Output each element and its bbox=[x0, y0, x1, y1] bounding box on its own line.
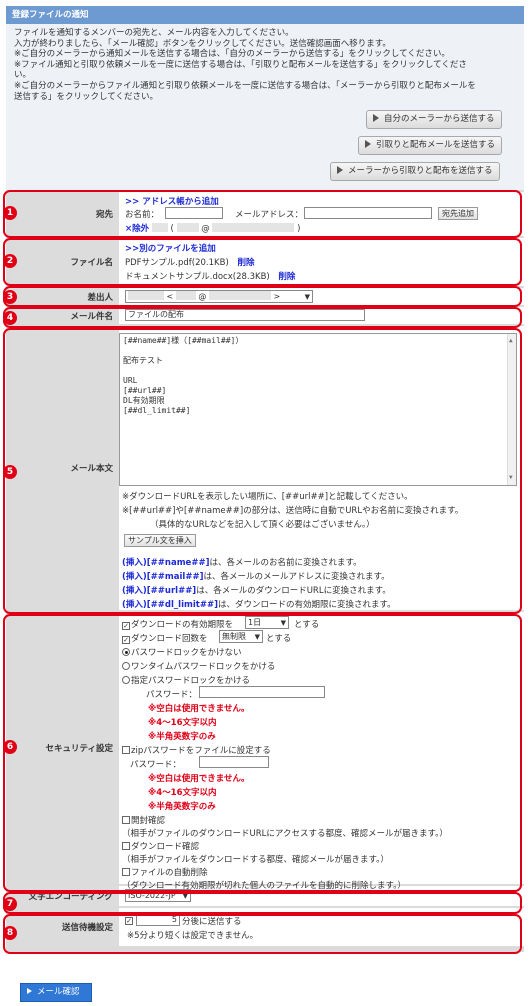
marker-3: 3 bbox=[3, 290, 17, 304]
marker-8: 8 bbox=[3, 926, 17, 940]
intro-text: ファイルを通知するメンバーの宛先と、メール内容を入力してください。 入力が終わり… bbox=[14, 28, 519, 102]
marker-6: 6 bbox=[3, 740, 17, 754]
play-icon bbox=[337, 166, 343, 174]
intro-line: ファイルを通知するメンバーの宛先と、メール内容を入力してください。 bbox=[14, 28, 294, 38]
marker-1: 1 bbox=[3, 206, 17, 220]
send-from-own-mailer-button[interactable]: 自分のメーラーから送信する bbox=[366, 110, 502, 129]
highlight-delay bbox=[3, 914, 522, 954]
highlight-security bbox=[3, 614, 522, 892]
highlight-encoding bbox=[3, 892, 522, 914]
play-icon bbox=[27, 988, 32, 994]
highlight-subject bbox=[3, 307, 522, 328]
panel-title: 登録ファイルの通知 bbox=[6, 6, 524, 24]
intro-line: 送信する」をクリックしてください。 bbox=[14, 91, 158, 102]
intro-line: ※ご自分のメーラーから通知メールを送信する場合は、「自分のメーラーから送信する」… bbox=[14, 49, 450, 60]
marker-2: 2 bbox=[3, 254, 17, 268]
mail-confirm-button[interactable]: メール確認 bbox=[20, 983, 92, 1002]
marker-4: 4 bbox=[3, 311, 17, 325]
marker-5: 5 bbox=[3, 465, 17, 479]
play-icon bbox=[365, 140, 371, 148]
highlight-recipient bbox=[3, 190, 522, 238]
intro-line: ※ファイル通知と引取り依頼メールを一度に送信する場合は、「引取りと配布メールを送… bbox=[14, 59, 467, 70]
highlight-body bbox=[3, 328, 522, 614]
intro-line: 入力が終わりましたら、「メール確認」ボタンをクリックしてください。送信確認画面へ… bbox=[14, 38, 391, 49]
send-pickup-and-distribution-button[interactable]: 引取りと配布メールを送信する bbox=[358, 136, 503, 155]
highlight-files bbox=[3, 238, 522, 286]
marker-7: 7 bbox=[3, 897, 17, 911]
intro-line: ※ご自分のメーラーからファイル通知と引取り依頼メールを一度に送信する場合は、「メ… bbox=[14, 80, 476, 91]
mailer-pickup-distribution-button[interactable]: メーラーから引取りと配布を送信する bbox=[330, 162, 500, 181]
play-icon bbox=[373, 114, 379, 122]
highlight-sender bbox=[3, 286, 522, 307]
intro-line: い。 bbox=[14, 70, 32, 81]
